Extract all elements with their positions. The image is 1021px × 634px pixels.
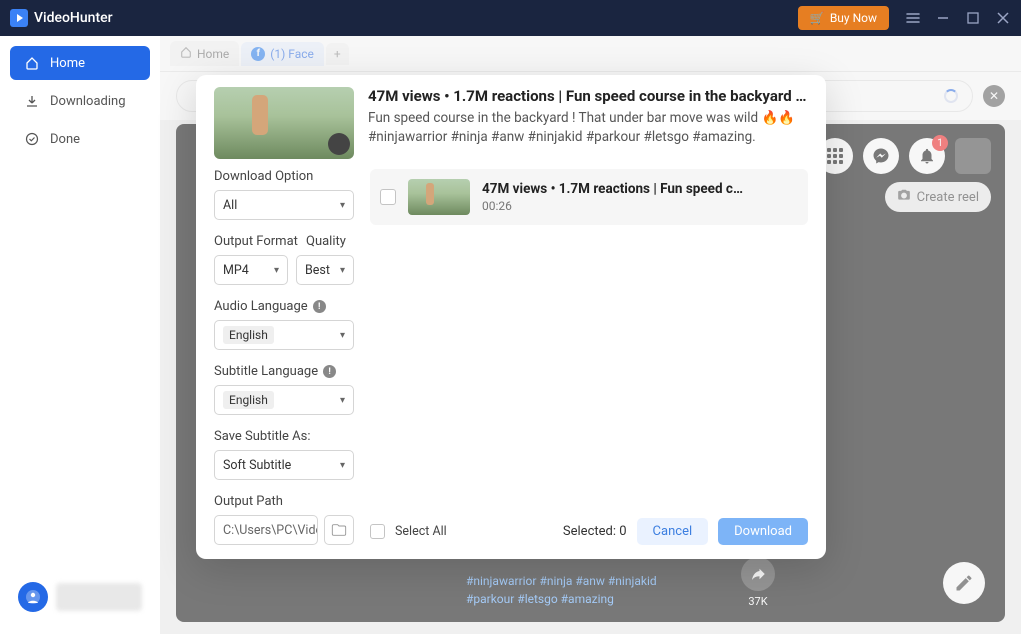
- info-icon[interactable]: !: [323, 365, 336, 378]
- subtitle-language-select[interactable]: English ▾: [214, 385, 354, 415]
- titlebar: VideoHunter 🛒 Buy Now: [0, 0, 1021, 36]
- sidebar: Home Downloading Done: [0, 36, 160, 634]
- cancel-button[interactable]: Cancel: [637, 518, 709, 545]
- sidebar-item-downloading[interactable]: Downloading: [10, 84, 150, 118]
- chevron-down-icon: ▾: [340, 265, 345, 276]
- minimize-button[interactable]: [935, 10, 951, 26]
- profile-name-blurred: [56, 583, 142, 611]
- select-all-label: Select All: [395, 524, 447, 539]
- avatar: [18, 582, 48, 612]
- quality-label: Quality: [306, 234, 354, 249]
- maximize-button[interactable]: [965, 10, 981, 26]
- output-path-input[interactable]: C:\Users\PC\Vide: [214, 515, 318, 545]
- subtitle-language-value: English: [223, 391, 274, 409]
- videohunter-icon: [10, 9, 28, 27]
- subtitle-language-label: Subtitle Language: [214, 364, 318, 379]
- video-list-column: 47M views • 1.7M reactions | Fun speed c…: [370, 169, 808, 545]
- chevron-down-icon: ▾: [274, 265, 279, 276]
- sidebar-item-label: Home: [50, 56, 85, 71]
- selected-count: Selected: 0: [563, 524, 627, 539]
- save-subtitle-label: Save Subtitle As:: [214, 429, 354, 444]
- quality-value: Best: [305, 263, 330, 278]
- download-options-modal: 47M views • 1.7M reactions | Fun speed c…: [196, 75, 826, 559]
- browse-folder-button[interactable]: [324, 515, 354, 545]
- select-all-checkbox[interactable]: [370, 524, 385, 539]
- chevron-down-icon: ▾: [340, 395, 345, 406]
- video-thumbnail: [214, 87, 354, 159]
- profile-section[interactable]: [10, 570, 150, 624]
- output-format-label: Output Format: [214, 234, 298, 249]
- output-format-value: MP4: [223, 263, 249, 278]
- modal-description: Fun speed course in the backyard ! That …: [368, 109, 808, 147]
- app-logo: VideoHunter: [10, 9, 113, 27]
- buy-now-button[interactable]: 🛒 Buy Now: [798, 6, 889, 30]
- menu-icon[interactable]: [905, 10, 921, 26]
- audio-language-select[interactable]: English ▾: [214, 320, 354, 350]
- app-name: VideoHunter: [34, 10, 113, 26]
- close-button[interactable]: [995, 10, 1011, 26]
- item-thumbnail: [408, 179, 470, 215]
- modal-title: 47M views • 1.7M reactions | Fun speed c…: [368, 87, 808, 105]
- download-option-label: Download Option: [214, 169, 354, 184]
- sidebar-item-label: Downloading: [50, 94, 126, 109]
- done-icon: [24, 131, 40, 147]
- sidebar-item-label: Done: [50, 132, 80, 147]
- item-checkbox[interactable]: [380, 189, 396, 205]
- cart-icon: 🛒: [810, 11, 825, 25]
- output-path-label: Output Path: [214, 494, 354, 509]
- chevron-down-icon: ▾: [340, 330, 345, 341]
- chevron-down-icon: ▾: [340, 200, 345, 211]
- info-icon[interactable]: !: [313, 300, 326, 313]
- options-column: Download Option All ▾ Output Format Qual…: [214, 169, 354, 545]
- audio-language-label: Audio Language: [214, 299, 308, 314]
- download-icon: [24, 93, 40, 109]
- thumbnail-badge-icon: [328, 133, 350, 155]
- sidebar-item-done[interactable]: Done: [10, 122, 150, 156]
- output-format-select[interactable]: MP4 ▾: [214, 255, 288, 285]
- folder-icon: [331, 522, 347, 538]
- buy-now-label: Buy Now: [830, 11, 877, 25]
- video-list-item[interactable]: 47M views • 1.7M reactions | Fun speed c…: [370, 169, 808, 225]
- download-button[interactable]: Download: [718, 518, 808, 545]
- save-subtitle-select[interactable]: Soft Subtitle ▾: [214, 450, 354, 480]
- sidebar-item-home[interactable]: Home: [10, 46, 150, 80]
- download-option-select[interactable]: All ▾: [214, 190, 354, 220]
- item-title: 47M views • 1.7M reactions | Fun speed c…: [482, 181, 798, 197]
- save-subtitle-value: Soft Subtitle: [223, 458, 291, 473]
- download-option-value: All: [223, 198, 237, 213]
- home-icon: [24, 55, 40, 71]
- item-duration: 00:26: [482, 199, 798, 213]
- audio-language-value: English: [223, 326, 274, 344]
- output-path-value: C:\Users\PC\Vide: [223, 523, 318, 538]
- quality-select[interactable]: Best ▾: [296, 255, 354, 285]
- chevron-down-icon: ▾: [340, 460, 345, 471]
